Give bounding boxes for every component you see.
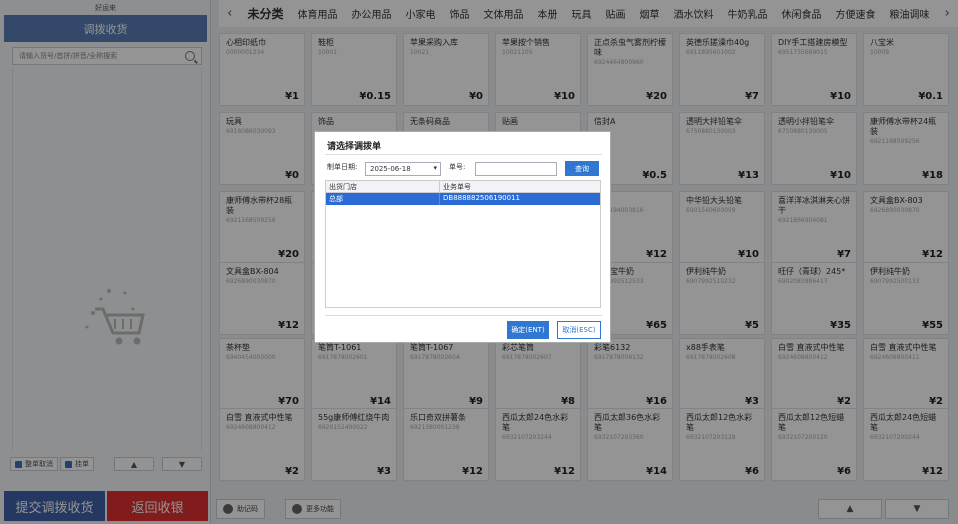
date-label: 制单日期: [327, 163, 358, 171]
select-transfer-dialog: 请选择调拨单 制单日期: 2025-06-18 ▾ 单号: 查询 出货门店 业务单… [314, 131, 611, 343]
order-no-input[interactable] [475, 162, 557, 176]
divider [325, 154, 602, 155]
table-row[interactable]: 总部 DB888882506190011 [326, 193, 600, 205]
table-header: 出货门店 业务单号 [326, 181, 600, 193]
cancel-button[interactable]: 取消(ESC) [557, 321, 601, 339]
dialog-title: 请选择调拨单 [327, 142, 382, 152]
date-field[interactable]: 2025-06-18 ▾ [365, 162, 441, 176]
no-label: 单号: [449, 163, 466, 171]
divider [325, 315, 602, 316]
date-value: 2025-06-18 [370, 165, 411, 173]
query-button[interactable]: 查询 [565, 161, 599, 176]
confirm-button[interactable]: 确定(ENT) [507, 321, 549, 339]
row-store: 总部 [326, 193, 440, 205]
col-store: 出货门店 [326, 181, 440, 192]
row-order-no: DB888882506190011 [443, 194, 520, 202]
transfer-table: 出货门店 业务单号 总部 DB888882506190011 [325, 180, 601, 308]
col-order-no: 业务单号 [443, 183, 471, 191]
calendar-icon[interactable]: ▾ [433, 164, 437, 172]
